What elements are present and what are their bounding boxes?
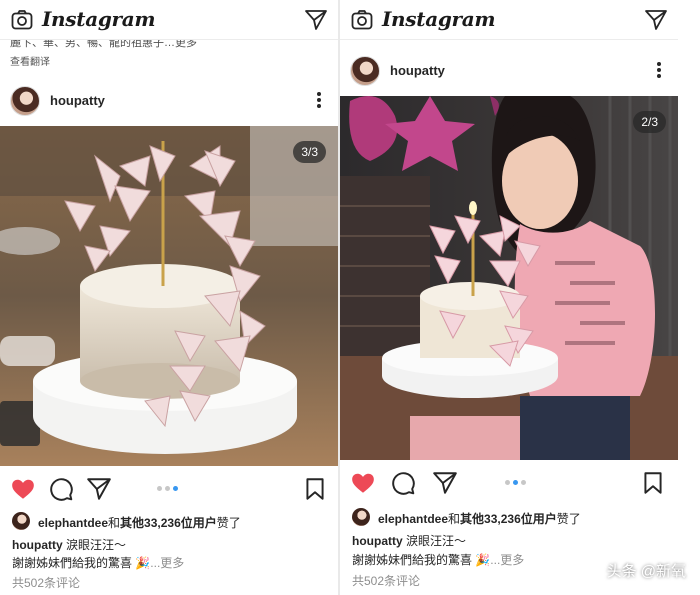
post-actions [340, 462, 678, 502]
share-icon[interactable] [86, 476, 112, 502]
likes-count[interactable]: 其他33,236位用户 [120, 516, 217, 530]
liker-username[interactable]: elephantdee [38, 516, 108, 530]
avatar[interactable] [350, 56, 380, 86]
comment-icon[interactable] [390, 470, 416, 496]
top-app-bar: Instagram [0, 0, 338, 40]
caption-username[interactable]: houpatty [12, 538, 63, 552]
carousel-dot [157, 486, 162, 491]
post-header: houpatty [0, 80, 338, 124]
post-username[interactable]: houpatty [390, 63, 445, 78]
cake-photo-image [0, 126, 338, 466]
direct-message-icon[interactable] [304, 8, 328, 32]
comment-icon[interactable] [48, 476, 74, 502]
likes-suffix: 赞了 [556, 512, 581, 526]
bookmark-icon[interactable] [302, 476, 328, 502]
post-photo[interactable]: 2/3 [340, 96, 678, 460]
carousel-dot [521, 480, 526, 485]
instagram-logo[interactable]: Instagram [42, 7, 156, 31]
carousel-dot-active [513, 480, 518, 485]
caption-username[interactable]: houpatty [352, 534, 403, 548]
likes-summary[interactable]: elephantdee和其他33,236位用户赞了 [38, 514, 241, 531]
camera-icon[interactable] [10, 8, 34, 32]
more-options-icon[interactable] [652, 60, 666, 80]
birthday-photo-image [340, 96, 678, 460]
caption-text-2: 謝謝姊妹們給我的驚喜 🎉 [352, 553, 491, 567]
direct-message-icon[interactable] [644, 8, 668, 32]
carousel-dot-active [173, 486, 178, 491]
view-comments-link[interactable]: 共502条评论 [12, 574, 80, 591]
heart-icon[interactable] [350, 470, 376, 496]
carousel-indicator [157, 486, 183, 492]
likes-suffix: 赞了 [216, 516, 241, 530]
camera-icon[interactable] [350, 8, 374, 32]
likes-count[interactable]: 其他33,236位用户 [460, 512, 557, 526]
post-photo[interactable]: 3/3 [0, 126, 338, 466]
carousel-dot [165, 486, 170, 491]
caption-line-1: houpatty 淚眼汪汪～ [352, 532, 466, 549]
heart-icon[interactable] [10, 476, 36, 502]
view-comments-link[interactable]: 共502条评论 [352, 572, 420, 589]
caption-line-1: houpatty 淚眼汪汪～ [12, 536, 126, 553]
caption-text: 淚眼汪汪～ [66, 538, 127, 552]
carousel-counter: 2/3 [633, 111, 666, 133]
avatar[interactable] [10, 86, 40, 116]
likes-row: elephantdee和其他33,236位用户赞了 [340, 506, 678, 528]
likes-summary[interactable]: elephantdee和其他33,236位用户赞了 [378, 510, 581, 527]
see-translation-link[interactable]: 查看翻译 [10, 53, 50, 68]
caption-line-2: 謝謝姊妹們給我的驚喜 🎉...更多 [12, 554, 184, 571]
carousel-indicator [505, 480, 531, 486]
left-screen: 麗卞、華、男、暢、龍的祖惠子…更多 查看翻译 Instagram houpatt… [0, 0, 338, 595]
carousel-dot [505, 480, 510, 485]
liker-avatar[interactable] [352, 508, 370, 526]
instagram-logo[interactable]: Instagram [382, 7, 496, 31]
caption-text-2: 謝謝姊妹們給我的驚喜 🎉 [12, 556, 151, 570]
caption-text: 淚眼汪汪～ [406, 534, 467, 548]
bookmark-icon[interactable] [640, 470, 666, 496]
post-actions [0, 468, 338, 508]
caption-line-2: 謝謝姊妹們給我的驚喜 🎉...更多 [352, 551, 524, 568]
right-screen: Instagram houpatty 2/3 elephantdee和其他33,… [340, 0, 678, 595]
liker-username[interactable]: elephantdee [378, 512, 448, 526]
likes-row: elephantdee和其他33,236位用户赞了 [0, 510, 338, 532]
likes-conjunction: 和 [448, 512, 461, 526]
likes-conjunction: 和 [108, 516, 121, 530]
watermark-text: 头条 @新氧 [606, 563, 686, 580]
more-link[interactable]: ...更多 [150, 556, 184, 570]
liker-avatar[interactable] [12, 512, 30, 530]
more-options-icon[interactable] [312, 90, 326, 110]
share-icon[interactable] [432, 470, 458, 496]
post-header: houpatty [340, 50, 678, 94]
top-app-bar: Instagram [340, 0, 678, 40]
post-username[interactable]: houpatty [50, 93, 105, 108]
carousel-counter: 3/3 [293, 141, 326, 163]
more-link[interactable]: ...更多 [490, 553, 524, 567]
